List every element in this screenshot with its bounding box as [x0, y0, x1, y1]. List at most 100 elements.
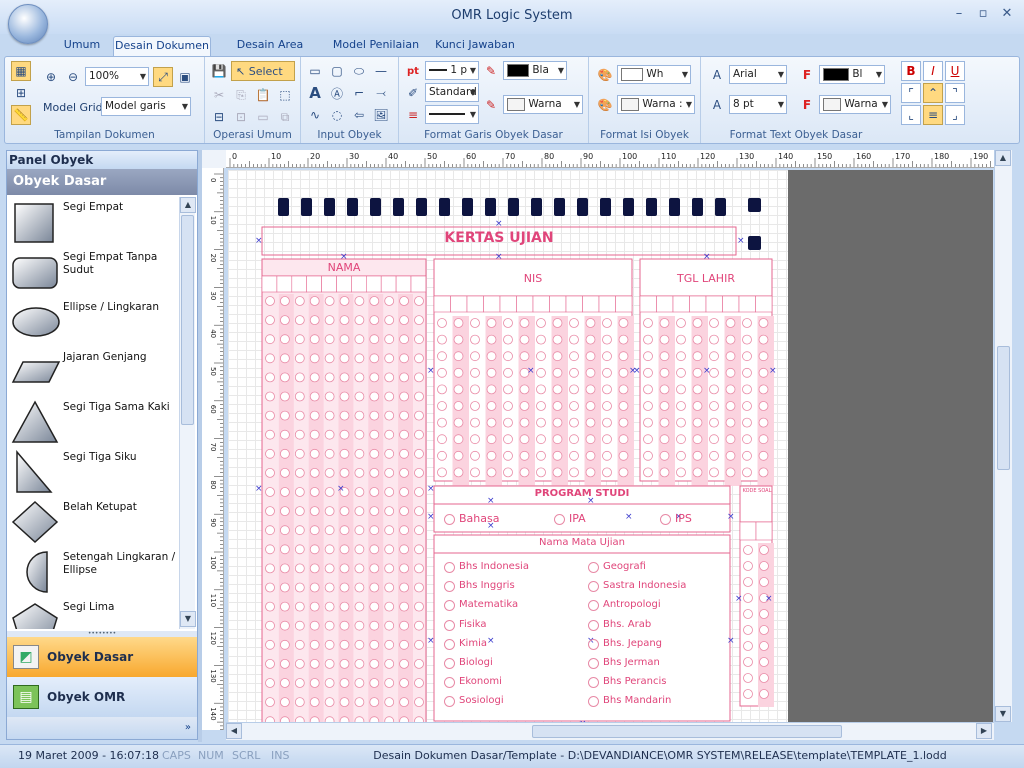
- scroll-down-icon[interactable]: ▼: [995, 706, 1011, 722]
- polyline-tool-icon[interactable]: ⌐: [349, 83, 369, 103]
- text-tool-icon[interactable]: A: [305, 83, 325, 103]
- scroll-up-icon[interactable]: ▲: [995, 150, 1011, 166]
- scroll-left-icon[interactable]: ◀: [226, 723, 242, 739]
- zoom-combo[interactable]: 100% ▼: [85, 67, 149, 86]
- answer-bubble[interactable]: [444, 562, 455, 573]
- order-icon[interactable]: ⧉: [275, 107, 295, 127]
- scroll-thumb[interactable]: [997, 346, 1010, 470]
- list-item[interactable]: Belah Ketupat: [7, 497, 179, 547]
- answer-bubble[interactable]: [588, 658, 599, 669]
- horizontal-scrollbar[interactable]: ◀ ▶: [226, 722, 994, 740]
- nav-obyek-dasar[interactable]: ◩ Obyek Dasar: [7, 637, 197, 677]
- scroll-up-icon[interactable]: ▲: [180, 197, 196, 213]
- shape-list-scrollbar[interactable]: ▲ ▼: [179, 197, 196, 629]
- fill-icon[interactable]: 🎨: [595, 65, 615, 85]
- maximize-button[interactable]: ▫: [972, 6, 994, 24]
- font-size-combo[interactable]: 8 pt ▼: [729, 95, 787, 114]
- line-color2-combo[interactable]: Warna ▼: [503, 95, 583, 114]
- tab-desain-area-data[interactable]: Desain Area Data: [222, 36, 318, 69]
- answer-bubble[interactable]: [444, 514, 455, 525]
- copy-icon[interactable]: ⎘: [231, 85, 251, 105]
- list-item[interactable]: Jajaran Genjang: [7, 347, 179, 397]
- line-color-combo[interactable]: Bla ▼: [503, 61, 567, 80]
- tab-umum[interactable]: Umum: [60, 36, 104, 56]
- answer-bubble[interactable]: [588, 562, 599, 573]
- list-item[interactable]: Segi Empat: [7, 197, 179, 247]
- line-style-icon[interactable]: ✐: [403, 83, 423, 103]
- line-tool-icon[interactable]: —: [371, 61, 391, 81]
- cut-icon[interactable]: ✂: [209, 85, 229, 105]
- tab-model-penilaian[interactable]: Model Penilaian: [332, 36, 420, 56]
- scroll-right-icon[interactable]: ▶: [976, 723, 992, 739]
- answer-bubble[interactable]: [444, 638, 455, 650]
- line-style-combo[interactable]: Standard ▼: [425, 83, 479, 102]
- textbox-tool-icon[interactable]: Ⓐ: [327, 83, 347, 103]
- fit-page-icon[interactable]: ⤢: [153, 67, 173, 87]
- line-color-alt-icon[interactable]: ✎: [481, 95, 501, 115]
- align-top-right-icon[interactable]: ⌝: [945, 83, 965, 103]
- font-color-combo[interactable]: Bl ▼: [819, 65, 885, 84]
- list-item[interactable]: Ellipse / Lingkaran: [7, 297, 179, 347]
- align-bottom-left-icon[interactable]: ⌞: [901, 105, 921, 125]
- answer-bubble[interactable]: [444, 658, 455, 669]
- list-item[interactable]: Segi Lima: [7, 597, 179, 629]
- align-middle-icon[interactable]: ≡: [923, 105, 943, 125]
- curve-tool-icon[interactable]: ∿: [305, 105, 325, 125]
- zoom-area-icon[interactable]: ▣: [175, 67, 195, 87]
- nav-obyek-omr[interactable]: ▤ Obyek OMR: [7, 677, 197, 717]
- font-icon[interactable]: A: [707, 65, 727, 85]
- ruler-icon[interactable]: 📏: [11, 105, 31, 125]
- connector-tool-icon[interactable]: ⤙: [371, 83, 391, 103]
- grid-toggle-icon[interactable]: ▦: [11, 61, 31, 81]
- rectangle-tool-icon[interactable]: ▭: [305, 61, 325, 81]
- line-width-combo[interactable]: 1 p ▼: [425, 61, 479, 80]
- font-color2-combo[interactable]: Warna ▼: [819, 95, 891, 114]
- answer-bubble[interactable]: [588, 638, 599, 650]
- image-tool-icon[interactable]: 🖼: [371, 105, 391, 125]
- tab-kunci-jawaban[interactable]: Kunci Jawaban: [432, 36, 518, 56]
- select-button[interactable]: ↖ Select: [231, 61, 295, 81]
- paste-icon[interactable]: 📋: [253, 85, 273, 105]
- italic-button[interactable]: I: [923, 61, 943, 81]
- arrow-tool-icon[interactable]: ⇦: [349, 105, 369, 125]
- font-color-alt-icon[interactable]: F: [797, 95, 817, 115]
- scroll-down-icon[interactable]: ▼: [180, 611, 196, 627]
- align-top-center-icon[interactable]: ⌃: [923, 83, 943, 103]
- line-width-icon[interactable]: pt: [403, 61, 423, 81]
- save-icon[interactable]: 💾: [209, 61, 229, 81]
- underline-button[interactable]: U: [945, 61, 965, 81]
- bold-button[interactable]: B: [901, 61, 921, 81]
- dash-style-combo[interactable]: ▼: [425, 105, 479, 124]
- align-icon[interactable]: ⊟: [209, 107, 229, 127]
- ellipse-tool-icon[interactable]: ⬭: [349, 61, 369, 81]
- list-item[interactable]: Segi Empat Tanpa Sudut: [7, 247, 179, 297]
- tab-desain-dokumen[interactable]: Desain Dokumen: [113, 36, 211, 56]
- align-bottom-right-icon[interactable]: ⌟: [945, 105, 965, 125]
- vertical-scrollbar[interactable]: ▲ ▼: [994, 150, 1012, 722]
- zoom-out-icon[interactable]: ⊖: [63, 67, 83, 87]
- group-icon[interactable]: ⊡: [231, 107, 251, 127]
- answer-bubble[interactable]: [444, 619, 455, 631]
- ungroup-icon[interactable]: ▭: [253, 107, 273, 127]
- document-page[interactable]: ××××××××××××××××××××××××××××× KERTAS UJI…: [228, 170, 788, 730]
- line-color-icon[interactable]: ✎: [481, 61, 501, 81]
- rounded-rect-tool-icon[interactable]: ▢: [327, 61, 347, 81]
- scroll-thumb[interactable]: [181, 215, 194, 425]
- font-size-icon[interactable]: A: [707, 95, 727, 115]
- list-item[interactable]: Segi Tiga Sama Kaki: [7, 397, 179, 447]
- select-all-icon[interactable]: ⬚: [275, 85, 295, 105]
- answer-bubble[interactable]: [588, 619, 599, 631]
- answer-bubble[interactable]: [660, 514, 671, 525]
- close-button[interactable]: ✕: [996, 6, 1018, 24]
- dash-style-icon[interactable]: ≡: [403, 105, 423, 125]
- model-grid-combo[interactable]: Model garis ▼: [101, 97, 191, 116]
- nav-overflow-chevron-icon[interactable]: »: [7, 717, 197, 739]
- answer-bubble[interactable]: [554, 514, 565, 525]
- list-item[interactable]: Segi Tiga Siku: [7, 447, 179, 497]
- fill-alt-icon[interactable]: 🎨: [595, 95, 615, 115]
- font-name-combo[interactable]: Arial ▼: [729, 65, 787, 84]
- minimize-button[interactable]: –: [948, 6, 970, 24]
- fill-color-combo[interactable]: Wh ▼: [617, 65, 691, 84]
- zoom-in-icon[interactable]: ⊕: [41, 67, 61, 87]
- freeform-tool-icon[interactable]: ◌: [327, 105, 347, 125]
